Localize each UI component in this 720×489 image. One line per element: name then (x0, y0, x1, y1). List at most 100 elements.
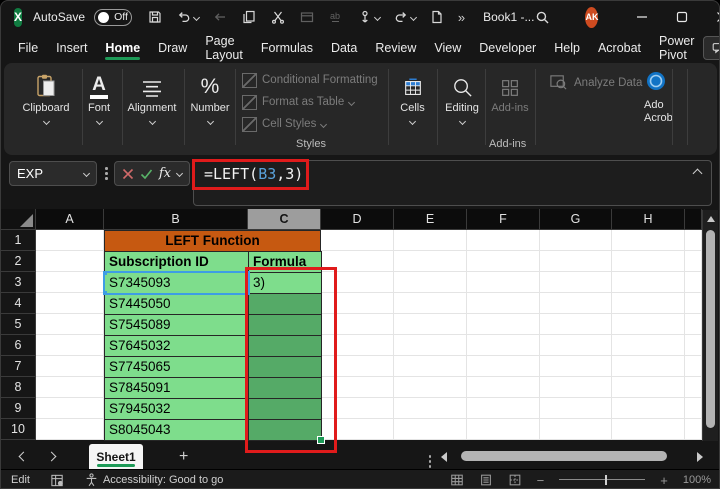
cell-G8[interactable] (540, 377, 612, 398)
vertical-scrollbar[interactable] (702, 210, 718, 441)
accessibility-status[interactable]: Accessibility: Good to go (85, 473, 223, 487)
touch-mode-dropdown-icon[interactable] (374, 13, 381, 20)
row-header-3[interactable]: 3 (1, 272, 36, 293)
cell-C4[interactable] (248, 293, 322, 315)
cell-B9[interactable]: S7945032 (104, 398, 249, 420)
cell-E1[interactable] (394, 230, 467, 251)
cell-D7[interactable] (321, 356, 394, 377)
cell-D2[interactable] (321, 251, 394, 272)
tab-split-handle[interactable] (429, 455, 432, 458)
next-sheet-icon[interactable] (37, 453, 65, 460)
editing-group-button[interactable]: Editing (438, 71, 486, 124)
cell-H2[interactable] (612, 251, 685, 272)
menu-tab-power-pivot[interactable]: Power Pivot (650, 33, 703, 63)
cell-D5[interactable] (321, 314, 394, 335)
touch-mode-icon[interactable] (357, 9, 380, 25)
cell-D3[interactable] (321, 272, 394, 293)
cell-G3[interactable] (540, 272, 612, 293)
cells-group-button[interactable]: Cells (390, 71, 435, 124)
cell-F7[interactable] (467, 356, 540, 377)
menu-tab-help[interactable]: Help (545, 33, 589, 63)
cell-E7[interactable] (394, 356, 467, 377)
cell-G1[interactable] (540, 230, 612, 251)
cell-A2[interactable] (36, 251, 104, 272)
cell-C9[interactable] (248, 398, 322, 420)
cut-icon[interactable] (270, 9, 286, 25)
cancel-entry-icon[interactable] (122, 168, 134, 180)
row-header-6[interactable]: 6 (1, 335, 36, 356)
cell-B5[interactable]: S7545089 (104, 314, 249, 336)
name-box[interactable]: EXP (9, 161, 97, 186)
cell-B7[interactable]: S7745065 (104, 356, 249, 378)
cell-H1[interactable] (612, 230, 685, 251)
cell-G9[interactable] (540, 398, 612, 419)
number-group-button[interactable]: % Number (187, 71, 233, 124)
menu-tab-formulas[interactable]: Formulas (252, 33, 322, 63)
row-header-4[interactable]: 4 (1, 293, 36, 314)
cell-A4[interactable] (36, 293, 104, 314)
cell-E5[interactable] (394, 314, 467, 335)
cell-D1[interactable] (321, 230, 394, 251)
horizontal-scrollbar-thumb[interactable] (461, 451, 667, 461)
minimize-button[interactable] (622, 1, 662, 33)
account-avatar[interactable]: AK (585, 7, 598, 28)
column-header-F[interactable]: F (467, 209, 540, 230)
cell-C2[interactable]: Formula (248, 251, 322, 273)
sheet-tab-sheet1[interactable]: Sheet1 (89, 444, 143, 469)
row-header-1[interactable]: 1 (1, 230, 36, 251)
scroll-up-icon[interactable] (707, 216, 715, 222)
redo-dropdown-icon[interactable] (410, 13, 417, 20)
cell-D10[interactable] (321, 419, 394, 440)
clipboard-group-button[interactable]: Clipboard (16, 71, 76, 124)
zoom-level[interactable]: 100% (683, 474, 711, 486)
column-header-B[interactable]: B (104, 209, 248, 230)
cell-D6[interactable] (321, 335, 394, 356)
column-header-H[interactable]: H (612, 209, 685, 230)
column-header-G[interactable]: G (540, 209, 612, 230)
comments-button[interactable] (703, 36, 720, 60)
page-break-view-icon[interactable] (508, 473, 522, 487)
menu-tab-acrobat[interactable]: Acrobat (589, 33, 650, 63)
font-group-button[interactable]: A Font (76, 71, 122, 124)
cell-D4[interactable] (321, 293, 394, 314)
zoom-out-icon[interactable]: − (537, 473, 545, 488)
alignment-group-button[interactable]: Alignment (125, 71, 179, 124)
previous-sheet-icon[interactable] (9, 453, 37, 460)
cell-E6[interactable] (394, 335, 467, 356)
cell-A9[interactable] (36, 398, 104, 419)
cell-H5[interactable] (612, 314, 685, 335)
cell-A3[interactable] (36, 272, 104, 293)
cell-H6[interactable] (612, 335, 685, 356)
autosave-toggle[interactable]: Off (94, 9, 132, 26)
cell-B10[interactable]: S8045043 (104, 419, 249, 441)
cell-D9[interactable] (321, 398, 394, 419)
cell-G4[interactable] (540, 293, 612, 314)
cell-B8[interactable]: S7845091 (104, 377, 249, 399)
cell-H7[interactable] (612, 356, 685, 377)
cell-G6[interactable] (540, 335, 612, 356)
horizontal-scrollbar[interactable] (457, 444, 687, 469)
search-icon[interactable] (534, 9, 551, 26)
menu-tab-developer[interactable]: Developer (470, 33, 545, 63)
more-commands-chevrons[interactable]: » (458, 10, 465, 25)
cell-C5[interactable] (248, 314, 322, 336)
close-button[interactable] (702, 1, 720, 33)
table-title-cell[interactable]: LEFT Function (104, 230, 321, 252)
menu-tab-data[interactable]: Data (322, 33, 366, 63)
formula-input[interactable]: =LEFT(B3,3) (193, 160, 712, 206)
fill-handle[interactable] (317, 436, 325, 444)
scroll-left-icon[interactable] (441, 452, 447, 462)
row-header-7[interactable]: 7 (1, 356, 36, 377)
cell-B6[interactable]: S7645032 (104, 335, 249, 357)
column-header-C[interactable]: C (248, 209, 321, 230)
undo-icon[interactable] (176, 9, 199, 25)
cell-A10[interactable] (36, 419, 104, 440)
cell-G5[interactable] (540, 314, 612, 335)
adobe-acrobat-button[interactable]: Ado Acrob (644, 69, 672, 125)
cell-F3[interactable] (467, 272, 540, 293)
menu-tab-view[interactable]: View (425, 33, 470, 63)
cell-H3[interactable] (612, 272, 685, 293)
column-header-E[interactable]: E (394, 209, 467, 230)
insert-function-icon[interactable]: fx (159, 166, 171, 181)
zoom-slider-thumb[interactable] (605, 475, 607, 485)
